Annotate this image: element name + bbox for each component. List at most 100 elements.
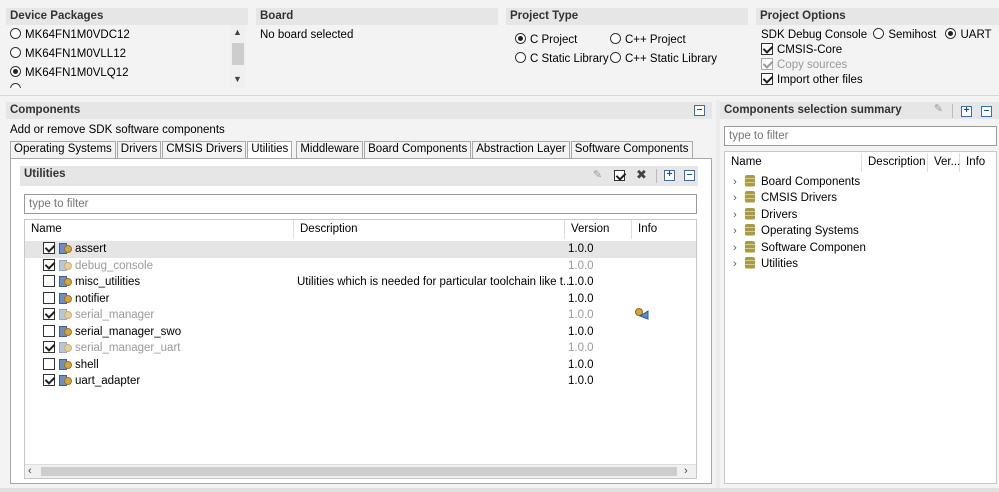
collapse-all-icon[interactable]: – — [684, 170, 695, 181]
chevron-right-icon[interactable]: › — [729, 207, 741, 223]
table-row[interactable]: notifier 1.0.0 — [25, 291, 696, 308]
component-checkbox[interactable] — [43, 341, 55, 353]
summary-col-version[interactable]: Ver... — [928, 153, 960, 172]
panel-splitter[interactable] — [716, 100, 720, 488]
table-row[interactable]: serial_manager_uart 1.0.0 — [25, 340, 696, 357]
components-collapse-icon[interactable]: – — [694, 105, 705, 116]
component-checkbox[interactable] — [43, 374, 55, 386]
component-checkbox[interactable] — [43, 357, 55, 370]
tab-utilities[interactable]: Utilities — [247, 141, 293, 159]
chevron-right-icon[interactable]: › — [729, 223, 741, 239]
summary-col-name[interactable]: Name — [725, 153, 862, 172]
cpp-static-library-radio[interactable] — [610, 52, 621, 63]
summary-tree-item[interactable]: › Board Components — [729, 174, 860, 190]
cpp-static-library-option[interactable]: C++ Static Library — [610, 52, 717, 66]
c-static-library-option[interactable]: C Static Library — [515, 52, 609, 66]
tab-operating-systems[interactable]: Operating Systems — [10, 141, 116, 158]
expand-all-icon[interactable]: + — [664, 170, 675, 181]
component-icon — [58, 291, 72, 304]
chevron-right-icon[interactable]: › — [729, 240, 741, 256]
component-group-icon — [745, 240, 755, 253]
clear-filter-icon[interactable]: ✎ — [590, 169, 605, 184]
component-icon — [58, 241, 72, 254]
summary-tree-item[interactable]: › Drivers — [729, 207, 797, 223]
component-checkbox[interactable] — [43, 258, 55, 271]
component-checkbox[interactable] — [43, 308, 55, 320]
summary-item-label: Operating Systems — [761, 225, 859, 238]
summary-collapse-all-icon[interactable]: – — [981, 106, 992, 117]
chevron-right-icon[interactable]: › — [729, 174, 741, 190]
device-packages-scrollbar[interactable]: ▲ ▼ — [230, 25, 246, 88]
component-name: assert — [75, 243, 107, 255]
summary-filter-input[interactable] — [724, 126, 997, 146]
component-group-icon — [745, 191, 755, 204]
copy-sources-checkbox[interactable] — [761, 58, 773, 70]
summary-tree-item[interactable]: › Utilities — [729, 256, 798, 272]
summary-tree-item[interactable]: › Operating Systems — [729, 223, 859, 239]
summary-tree-item[interactable]: › CMSIS Drivers — [729, 190, 837, 206]
table-row[interactable]: serial_manager_swo 1.0.0 — [25, 324, 696, 341]
table-row[interactable]: misc_utilities Utilities which is needed … — [25, 274, 696, 291]
summary-tree-item[interactable]: › Software Componen — [729, 240, 866, 256]
tab-drivers[interactable]: Drivers — [116, 141, 162, 158]
tab-middleware[interactable]: Middleware — [296, 141, 364, 158]
cmsis-core-option[interactable]: CMSIS-Core — [761, 43, 842, 57]
c-static-library-radio[interactable] — [515, 52, 526, 63]
component-name: shell — [75, 358, 99, 371]
tab-software-components[interactable]: Software Components — [570, 141, 693, 158]
table-row[interactable]: uart_adapter 1.0.0 — [25, 373, 696, 390]
scroll-up-icon[interactable]: ▲ — [233, 27, 242, 37]
component-checkbox[interactable] — [43, 324, 55, 337]
summary-clear-filter-icon[interactable]: ✎ — [931, 103, 946, 118]
device-package-option[interactable]: MK64FN1M0VDC12 — [10, 28, 130, 42]
col-name[interactable]: Name — [25, 220, 294, 239]
uart-radio[interactable] — [945, 28, 957, 39]
c-project-radio[interactable] — [515, 33, 526, 44]
c-project-option[interactable]: C Project — [515, 33, 577, 47]
chevron-right-icon[interactable]: › — [729, 256, 741, 272]
utilities-tab-content: Utilities ✎ ✖ + – Name Description Versi… — [10, 158, 712, 484]
uncheck-all-icon[interactable]: ✖ — [634, 168, 649, 183]
utilities-filter-input[interactable] — [24, 194, 697, 214]
scroll-right-icon[interactable]: › — [684, 465, 688, 477]
check-all-icon[interactable] — [614, 170, 625, 182]
cmsis-core-checkbox[interactable] — [761, 43, 773, 55]
summary-col-info[interactable]: Info — [960, 153, 997, 172]
copy-sources-option[interactable]: Copy sources — [761, 58, 847, 72]
device-package-radio[interactable] — [10, 66, 21, 77]
table-row[interactable]: serial_manager 1.0.0 — [25, 307, 696, 324]
utilities-table-header: Name Description Version Info — [25, 220, 696, 239]
import-other-files-checkbox[interactable] — [761, 73, 773, 85]
import-other-files-option[interactable]: Import other files — [761, 73, 863, 87]
summary-expand-all-icon[interactable]: + — [961, 106, 972, 117]
component-checkbox[interactable] — [43, 275, 55, 287]
device-package-option[interactable]: MK64FN1M0VLQ12 — [10, 66, 129, 80]
scroll-h-thumb[interactable] — [41, 467, 677, 476]
scroll-left-icon[interactable]: ‹ — [28, 465, 32, 477]
component-version: 1.0.0 — [568, 309, 594, 321]
table-row[interactable]: debug_console 1.0.0 — [25, 258, 696, 275]
device-package-radio[interactable] — [10, 28, 21, 39]
chevron-right-icon[interactable]: › — [729, 190, 741, 206]
summary-item-label: Drivers — [761, 208, 798, 221]
table-row[interactable]: assert 1.0.0 — [25, 241, 696, 258]
utilities-h-scrollbar[interactable]: ‹ › — [25, 464, 696, 478]
tab-board-components[interactable]: Board Components — [364, 141, 472, 158]
col-info[interactable]: Info — [632, 220, 696, 239]
cpp-project-option[interactable]: C++ Project — [610, 33, 686, 47]
summary-col-description[interactable]: Description — [862, 153, 928, 172]
device-package-option[interactable]: MK64FN1M0VLL12 — [10, 47, 126, 61]
tab-cmsis-drivers[interactable]: CMSIS Drivers — [162, 141, 247, 158]
cpp-project-radio[interactable] — [610, 33, 621, 44]
device-package-radio[interactable] — [10, 47, 21, 58]
component-checkbox[interactable] — [43, 242, 55, 254]
col-description[interactable]: Description — [294, 220, 565, 239]
component-version: 1.0.0 — [568, 342, 594, 354]
scroll-thumb[interactable] — [232, 43, 244, 65]
component-checkbox[interactable] — [43, 291, 55, 304]
semihost-radio[interactable] — [873, 28, 885, 39]
table-row[interactable]: shell 1.0.0 — [25, 357, 696, 374]
tab-abstraction-layer[interactable]: Abstraction Layer — [472, 141, 570, 158]
col-version[interactable]: Version — [565, 220, 632, 239]
scroll-down-icon[interactable]: ▼ — [233, 74, 242, 84]
